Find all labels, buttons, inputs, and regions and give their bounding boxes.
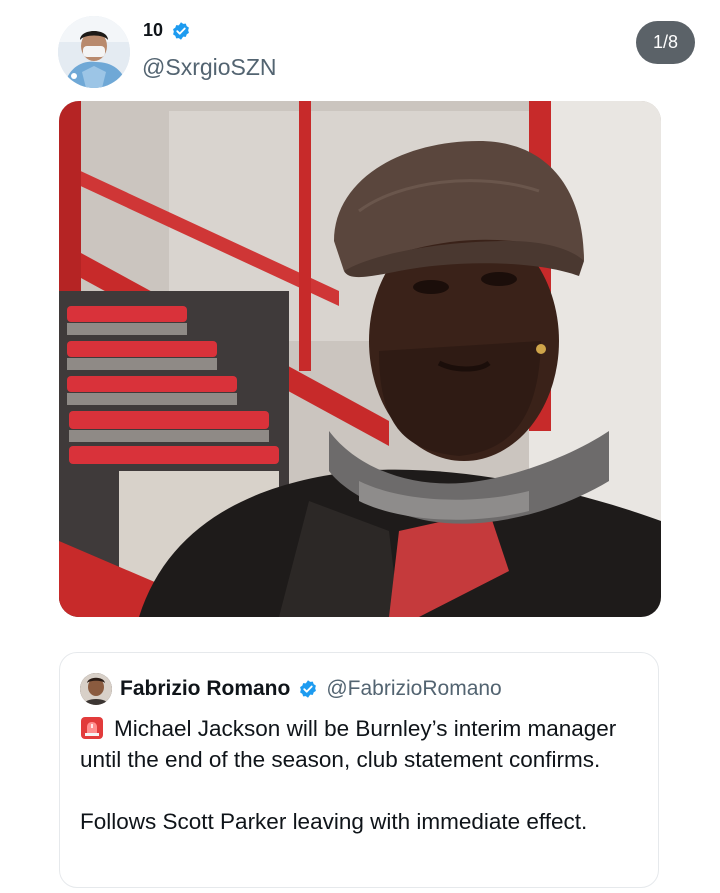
quoted-author-name[interactable]: Fabrizio Romano xyxy=(120,677,290,701)
quoted-tweet-text: Michael Jackson will be Burnley’s interi… xyxy=(80,713,646,837)
man-in-flat-cap-photo xyxy=(59,101,661,617)
author-avatar[interactable] xyxy=(58,16,130,88)
quoted-tweet-header: Fabrizio Romano @FabrizioRomano xyxy=(80,673,502,705)
rotating-light-icon xyxy=(80,716,104,740)
quoted-tweet-paragraph: Michael Jackson will be Burnley’s interi… xyxy=(80,713,646,775)
quoted-tweet-card[interactable]: Fabrizio Romano @FabrizioRomano Michael … xyxy=(59,652,659,888)
verified-badge-icon xyxy=(298,679,318,699)
profile-photo-avatar xyxy=(58,16,130,88)
quoted-author-avatar[interactable] xyxy=(80,673,112,705)
quoted-tweet-line-2: Follows Scott Parker leaving with immedi… xyxy=(80,809,588,834)
quoted-tweet-line-1: Michael Jackson will be Burnley’s interi… xyxy=(80,716,617,772)
image-counter-badge: 1/8 xyxy=(636,21,695,64)
verified-badge-icon xyxy=(171,21,191,41)
quoted-author-handle[interactable]: @FabrizioRomano xyxy=(326,677,501,701)
author-name[interactable]: 10 xyxy=(143,20,163,41)
author-name-row[interactable]: 10 xyxy=(143,20,191,41)
tweet-media-image[interactable] xyxy=(59,101,661,617)
author-handle[interactable]: @SxrgioSZN xyxy=(142,54,277,81)
